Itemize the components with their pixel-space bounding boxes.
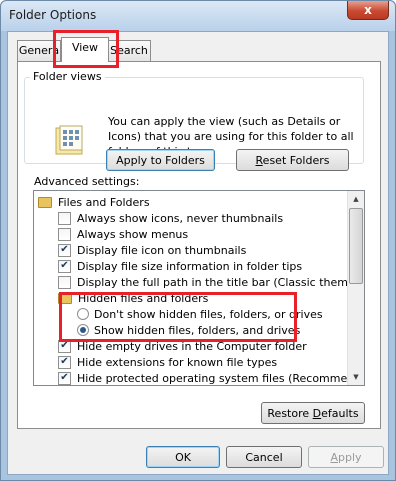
radio-selected[interactable] [77, 324, 89, 336]
ok-label: OK [175, 450, 191, 464]
close-button[interactable]: x [347, 1, 389, 20]
checkbox-unchecked[interactable] [58, 211, 71, 225]
cancel-label: Cancel [245, 450, 283, 464]
window-title: Folder Options [9, 8, 97, 22]
close-icon: x [364, 3, 372, 17]
restore-defaults-label: Restore Defaults [267, 406, 359, 420]
reset-folders-label: Reset Folders [255, 153, 330, 167]
option-label: Hide empty drives in the Computer folder [77, 339, 307, 353]
option-display-file-size[interactable]: ✔ Display file size information in folde… [58, 258, 364, 274]
scrollbar-thumb[interactable] [349, 208, 363, 284]
checkbox-checked[interactable]: ✔ [58, 355, 71, 369]
checkbox-checked[interactable]: ✔ [58, 371, 71, 385]
folder-icon [58, 292, 72, 304]
option-always-show-menus[interactable]: Always show menus [58, 226, 364, 242]
checkbox-unchecked[interactable] [58, 275, 71, 289]
title-bar[interactable]: Folder Options x [1, 1, 395, 31]
tab-general-label: Genera [18, 44, 60, 57]
option-label: Always show icons, never thumbnails [77, 211, 284, 225]
tab-view[interactable]: View [61, 37, 109, 62]
cancel-button[interactable]: Cancel [226, 446, 302, 468]
option-show-hidden[interactable]: Show hidden files, folders, and drives [77, 322, 364, 338]
folder-views-icon [55, 125, 83, 155]
option-label: Display the full path in the title bar (… [77, 275, 365, 289]
option-label: Hide extensions for known file types [77, 355, 278, 369]
apply-to-folders-label: Apply to Folders [116, 153, 205, 167]
apply-to-folders-button[interactable]: Apply to Folders [106, 149, 215, 171]
vertical-scrollbar[interactable]: ▲ ▼ [347, 191, 364, 385]
folder-icon [38, 196, 52, 208]
apply-label: Apply [330, 450, 362, 464]
option-label: Hide protected operating system files (R… [77, 371, 365, 385]
advanced-settings-tree[interactable]: Files and Folders Always show icons, nev… [33, 190, 365, 386]
tree-item-files-and-folders[interactable]: Files and Folders [38, 194, 351, 210]
option-hide-protected-files[interactable]: ✔ Hide protected operating system files … [58, 370, 365, 385]
radio-unselected[interactable] [77, 308, 89, 320]
checkbox-checked[interactable]: ✔ [58, 243, 71, 257]
option-label: Display file size information in folder … [77, 259, 303, 273]
checkbox-unchecked[interactable] [58, 227, 71, 241]
restore-defaults-button[interactable]: Restore Defaults [261, 402, 365, 424]
advanced-settings-label: Advanced settings: [34, 175, 140, 188]
tab-search[interactable]: Search [107, 40, 151, 61]
option-label: Always show menus [77, 227, 189, 241]
option-display-full-path[interactable]: Display the full path in the title bar (… [58, 274, 365, 290]
checkbox-checked[interactable]: ✔ [58, 339, 71, 353]
option-label: Display file icon on thumbnails [77, 243, 247, 257]
tree-item-label: Files and Folders [58, 195, 150, 209]
scroll-up-arrow-icon[interactable]: ▲ [348, 191, 364, 207]
option-hide-empty-drives[interactable]: ✔ Hide empty drives in the Computer fold… [58, 338, 364, 354]
option-always-show-icons[interactable]: Always show icons, never thumbnails [58, 210, 364, 226]
option-label: Show hidden files, folders, and drives [94, 323, 301, 337]
reset-folders-button[interactable]: Reset Folders [236, 149, 349, 171]
apply-button[interactable]: Apply [308, 446, 384, 468]
folder-views-legend: Folder views [30, 70, 105, 83]
option-label: Don't show hidden files, folders, or dri… [94, 307, 323, 321]
ok-button[interactable]: OK [146, 446, 220, 468]
option-dont-show-hidden[interactable]: Don't show hidden files, folders, or dri… [77, 306, 364, 322]
tree-item-label: Hidden files and folders [78, 291, 209, 305]
tab-view-label: View [71, 41, 99, 54]
option-hide-extensions[interactable]: ✔ Hide extensions for known file types [58, 354, 364, 370]
folder-options-window: Folder Options x Genera Search View Fold… [0, 0, 396, 481]
checkbox-checked[interactable]: ✔ [58, 259, 71, 273]
radio-dot [80, 327, 86, 333]
option-display-file-icon[interactable]: ✔ Display file icon on thumbnails [58, 242, 364, 258]
dialog-client-area: Genera Search View Folder views You can … [7, 31, 389, 475]
tab-general[interactable]: Genera [17, 40, 61, 61]
tab-search-label: Search [110, 44, 148, 57]
scroll-down-arrow-icon[interactable]: ▼ [348, 369, 364, 385]
tree-item-hidden-files[interactable]: Hidden files and folders [58, 290, 364, 306]
